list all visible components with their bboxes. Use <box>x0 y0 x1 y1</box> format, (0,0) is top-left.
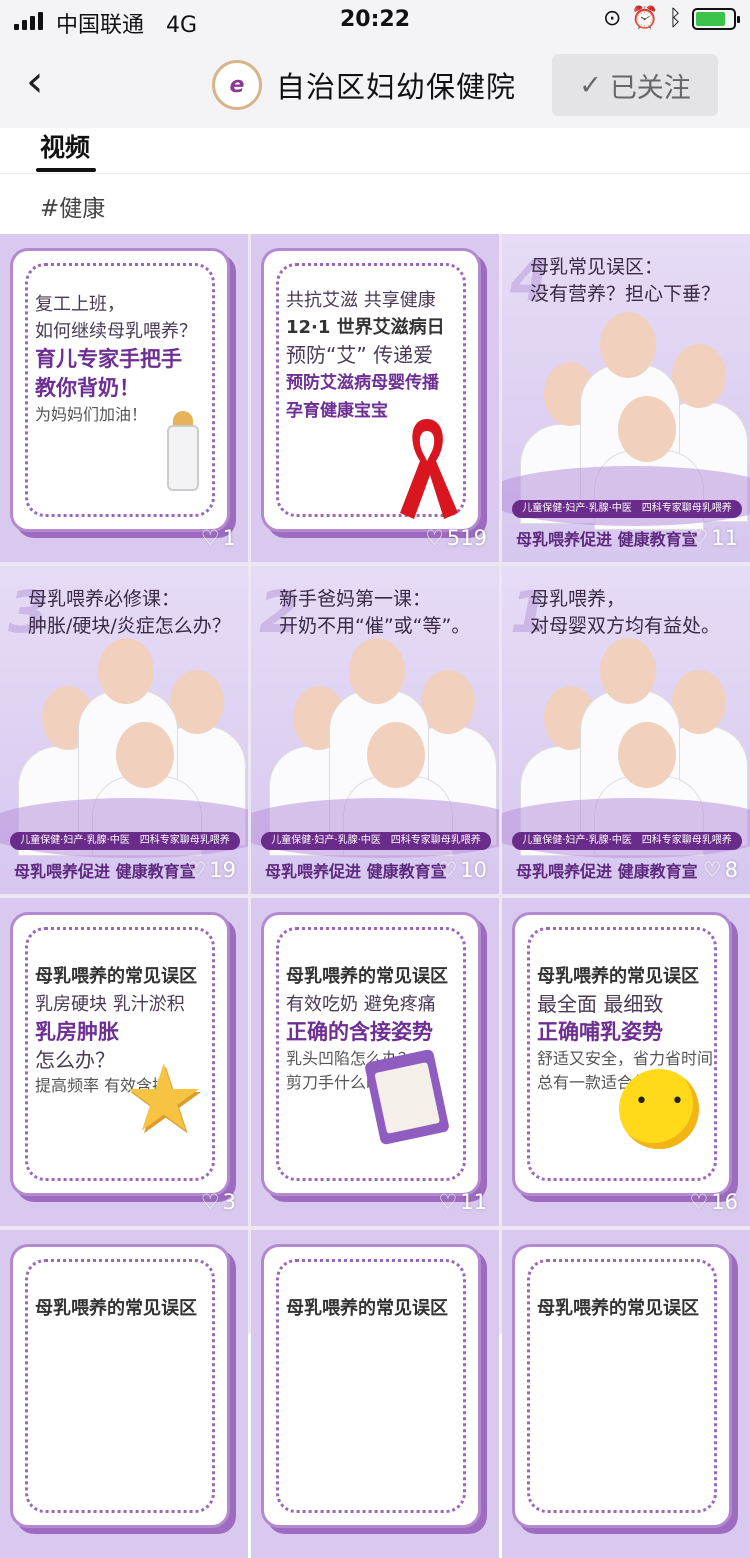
like-count: ♡ 10 <box>438 858 487 882</box>
tile-text: 共抗艾滋 共享健康 <box>286 290 436 311</box>
check-icon: ✓ <box>579 69 602 101</box>
tile-headline: 正确哺乳姿势 <box>537 1020 663 1044</box>
bluetooth-icon: ᛒ <box>668 6 682 31</box>
nav-bar: ‹ e 自治区妇幼保健院 ✓ 已关注 <box>0 42 750 128</box>
tile-caption: 母乳喂养促进 健康教育宣 <box>516 530 698 549</box>
tile-text: 最全面 最细致 <box>537 992 664 1016</box>
tile-text: 乳房硬块 乳汁淤积 <box>35 994 185 1015</box>
video-tile[interactable]: 4 母乳常见误区： 没有营养？担心下垂？ 儿童保健·妇产·乳腺·中医 四科专家聊母… <box>502 234 750 562</box>
tile-caption: 母乳喂养促进 健康教育宣 <box>265 862 447 881</box>
video-tile[interactable]: 母乳喂养的常见误区 <box>251 1230 499 1558</box>
card-frame: 母乳喂养的常见误区 有效吃奶 避免疼痛 正确的含接姿势 乳头凹陷怎么办？ 剪刀手… <box>261 912 481 1196</box>
heart-icon: ♡ <box>689 1190 709 1214</box>
back-chevron-icon[interactable]: ‹ <box>26 60 44 104</box>
tab-bar: 视频 <box>0 128 750 174</box>
star-icon: ★ <box>122 1045 205 1152</box>
tile-headline: 正确的含接姿势 <box>286 1020 433 1044</box>
tile-title: 母乳喂养， 对母婴双方均有益处。 <box>530 588 721 637</box>
heart-icon: ♡ <box>425 526 444 550</box>
tile-text: 如何继续母乳喂养？ <box>35 321 197 342</box>
baby-bottle-icon <box>165 411 201 491</box>
tile-head: 母乳喂养的常见误区 <box>35 1298 197 1319</box>
like-count: ♡ 16 <box>689 1190 738 1214</box>
tab-videos[interactable]: 视频 <box>40 128 90 164</box>
tile-text: 复工上班， <box>35 294 125 315</box>
follow-label: 已关注 <box>609 72 691 104</box>
video-tile[interactable]: 母乳喂养的常见误区 乳房硬块 乳汁淤积 乳房肿胀 怎么办？ 提高频率 有效含接 … <box>0 898 248 1226</box>
tile-title: 母乳喂养必修课： 肿胀/硬块/炎症怎么办？ <box>28 588 231 637</box>
video-tile[interactable]: 母乳喂养的常见误区 <box>502 1230 750 1558</box>
page-title[interactable]: 自治区妇幼保健院 <box>276 64 516 106</box>
tile-head: 母乳喂养的常见误区 <box>286 966 448 987</box>
heart-icon: ♡ <box>438 858 458 882</box>
video-tile[interactable]: 1 母乳喂养， 对母婴双方均有益处。 儿童保健·妇产·乳腺·中医 四科专家聊母乳喂… <box>502 566 750 894</box>
tile-title: 新手爸妈第一课： 开奶不用“催”或“等”。 <box>279 588 471 637</box>
smiley-icon <box>619 1069 699 1149</box>
video-tile[interactable]: 共抗艾滋 共享健康 12·1 世界艾滋病日 预防“艾” 传递爱 预防艾滋病母婴传… <box>251 234 499 562</box>
tile-banner: 儿童保健·妇产·乳腺·中医 四科专家聊母乳喂养 <box>512 500 742 518</box>
tile-banner: 儿童保健·妇产·乳腺·中医 四科专家聊母乳喂养 <box>10 832 240 850</box>
like-count: ♡ 8 <box>702 858 738 882</box>
tile-head: 母乳喂养的常见误区 <box>537 1298 699 1319</box>
like-count: ♡ 3 <box>200 1190 236 1214</box>
video-tile[interactable]: 母乳喂养的常见误区 <box>0 1230 248 1558</box>
tile-headline: 教你背奶！ <box>35 376 140 400</box>
tile-headline: 育儿专家手把手 <box>35 347 182 371</box>
heart-icon: ♡ <box>187 858 207 882</box>
card-frame: 母乳喂养的常见误区 <box>10 1244 230 1528</box>
video-tile[interactable]: 母乳喂养的常见误区 有效吃奶 避免疼痛 正确的含接姿势 乳头凹陷怎么办？ 剪刀手… <box>251 898 499 1226</box>
video-tile[interactable]: 2 新手爸妈第一课： 开奶不用“催”或“等”。 儿童保健·妇产·乳腺·中医 四科专… <box>251 566 499 894</box>
status-bar: 中国联通 4G 20:22 ⊙ ⏰ ᛒ <box>0 0 750 42</box>
video-tile[interactable]: 3 母乳喂养必修课： 肿胀/硬块/炎症怎么办？ 儿童保健·妇产·乳腺·中医 四科专… <box>0 566 248 894</box>
card-frame: 母乳喂养的常见误区 <box>512 1244 732 1528</box>
tile-text: 有效吃奶 避免疼痛 <box>286 994 436 1015</box>
like-count: ♡ 519 <box>425 526 487 550</box>
heart-icon: ♡ <box>689 526 709 550</box>
battery-icon <box>692 7 740 30</box>
heart-icon: ♡ <box>200 526 220 550</box>
tile-caption: 母乳喂养促进 健康教育宣 <box>14 862 196 881</box>
tile-title: 母乳常见误区： 没有营养？担心下垂？ <box>530 256 721 305</box>
tile-headline: 乳房肿胀 <box>35 1020 119 1044</box>
tile-headline: 预防艾滋病母婴传播 <box>286 373 439 393</box>
tile-head: 母乳喂养的常见误区 <box>286 1298 448 1319</box>
tile-head: 母乳喂养的常见误区 <box>35 966 197 987</box>
tag-bar: #健康 <box>0 175 750 234</box>
tab-underline <box>36 168 96 172</box>
like-count: ♡ 1 <box>200 526 236 550</box>
follow-button[interactable]: ✓ 已关注 <box>552 54 718 116</box>
alarm-icon: ⏰ <box>631 6 659 31</box>
red-ribbon-icon <box>400 419 458 519</box>
like-count: ♡ 11 <box>689 526 738 550</box>
tile-head: 12·1 世界艾滋病日 <box>286 317 445 338</box>
hashtag-filter[interactable]: #健康 <box>40 189 105 223</box>
card-frame: 母乳喂养的常见误区 <box>261 1244 481 1528</box>
tile-banner: 儿童保健·妇产·乳腺·中医 四科专家聊母乳喂养 <box>512 832 742 850</box>
heart-icon: ♡ <box>438 1190 458 1214</box>
heart-icon: ♡ <box>702 858 722 882</box>
heart-icon: ♡ <box>200 1190 220 1214</box>
hospital-logo[interactable]: e <box>212 60 262 110</box>
tile-caption: 母乳喂养促进 健康教育宣 <box>516 862 698 881</box>
rotation-lock-icon: ⊙ <box>602 6 622 31</box>
video-tile[interactable]: 母乳喂养的常见误区 最全面 最细致 正确哺乳姿势 舒适又安全，省力省时间 总有一… <box>502 898 750 1226</box>
video-tile[interactable]: 复工上班， 如何继续母乳喂养？ 育儿专家手把手 教你背奶！ 为妈妈们加油！ ♡ 1 <box>0 234 248 562</box>
card-frame: 复工上班， 如何继续母乳喂养？ 育儿专家手把手 教你背奶！ 为妈妈们加油！ <box>10 248 230 532</box>
tile-head: 母乳喂养的常见误区 <box>537 966 699 987</box>
card-frame: 共抗艾滋 共享健康 12·1 世界艾滋病日 预防“艾” 传递爱 预防艾滋病母婴传… <box>261 248 481 532</box>
card-frame: 母乳喂养的常见误区 乳房硬块 乳汁淤积 乳房肿胀 怎么办？ 提高频率 有效含接 … <box>10 912 230 1196</box>
like-count: ♡ 11 <box>438 1190 487 1214</box>
tile-banner: 儿童保健·妇产·乳腺·中医 四科专家聊母乳喂养 <box>261 832 491 850</box>
card-frame: 母乳喂养的常见误区 最全面 最细致 正确哺乳姿势 舒适又安全，省力省时间 总有一… <box>512 912 732 1196</box>
video-grid: 复工上班， 如何继续母乳喂养？ 育儿专家手把手 教你背奶！ 为妈妈们加油！ ♡ 1… <box>0 234 750 1558</box>
like-count: ♡ 19 <box>187 858 236 882</box>
tile-text: 预防“艾” 传递爱 <box>286 343 434 367</box>
